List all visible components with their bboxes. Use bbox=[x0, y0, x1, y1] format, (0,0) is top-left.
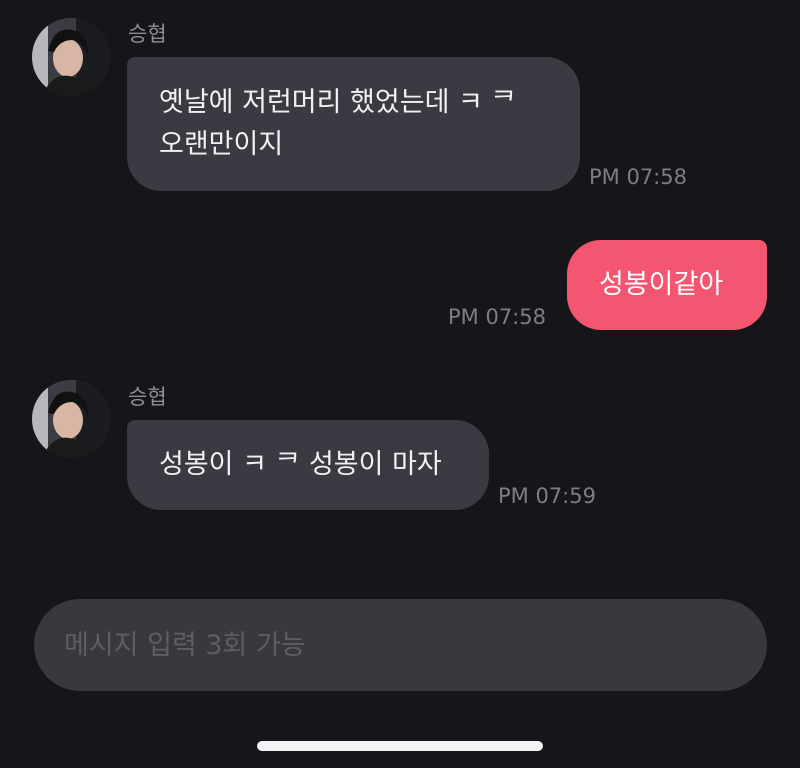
sender-avatar[interactable] bbox=[32, 18, 110, 96]
sender-name: 승협 bbox=[128, 385, 167, 409]
profile-photo-icon bbox=[32, 18, 110, 96]
message-timestamp: PM 07:59 bbox=[498, 484, 596, 508]
message-timestamp: PM 07:58 bbox=[448, 305, 546, 329]
message-text-line: 성봉이 ㅋ ᄏ 성봉이 마자 bbox=[159, 449, 442, 480]
message-composer[interactable] bbox=[34, 599, 767, 691]
message-bubble[interactable]: 성봉이같아 bbox=[567, 240, 767, 330]
message-row-received: 승협 성봉이 ㅋ ᄏ 성봉이 마자 PM 07:59 bbox=[0, 370, 800, 520]
home-indicator[interactable] bbox=[257, 741, 543, 751]
message-input[interactable] bbox=[64, 599, 724, 691]
sender-avatar[interactable] bbox=[32, 380, 110, 458]
message-row-sent: PM 07:58 성봉이같아 bbox=[0, 230, 800, 340]
message-text-line: 오랜만이지 bbox=[159, 129, 284, 160]
message-text-line: 옛날에 저런머리 했었는데 ㅋ ᄏ bbox=[159, 87, 517, 118]
message-bubble[interactable]: 성봉이 ㅋ ᄏ 성봉이 마자 bbox=[127, 420, 489, 510]
message-timestamp: PM 07:58 bbox=[589, 165, 687, 189]
message-row-received: 승협 옛날에 저런머리 했었는데 ㅋ ᄏ 오랜만이지 PM 07:58 bbox=[0, 0, 800, 200]
message-text-line: 성봉이같아 bbox=[599, 269, 724, 300]
profile-photo-icon bbox=[32, 380, 110, 458]
sender-name: 승협 bbox=[128, 22, 167, 46]
message-bubble[interactable]: 옛날에 저런머리 했었는데 ㅋ ᄏ 오랜만이지 bbox=[127, 57, 580, 191]
